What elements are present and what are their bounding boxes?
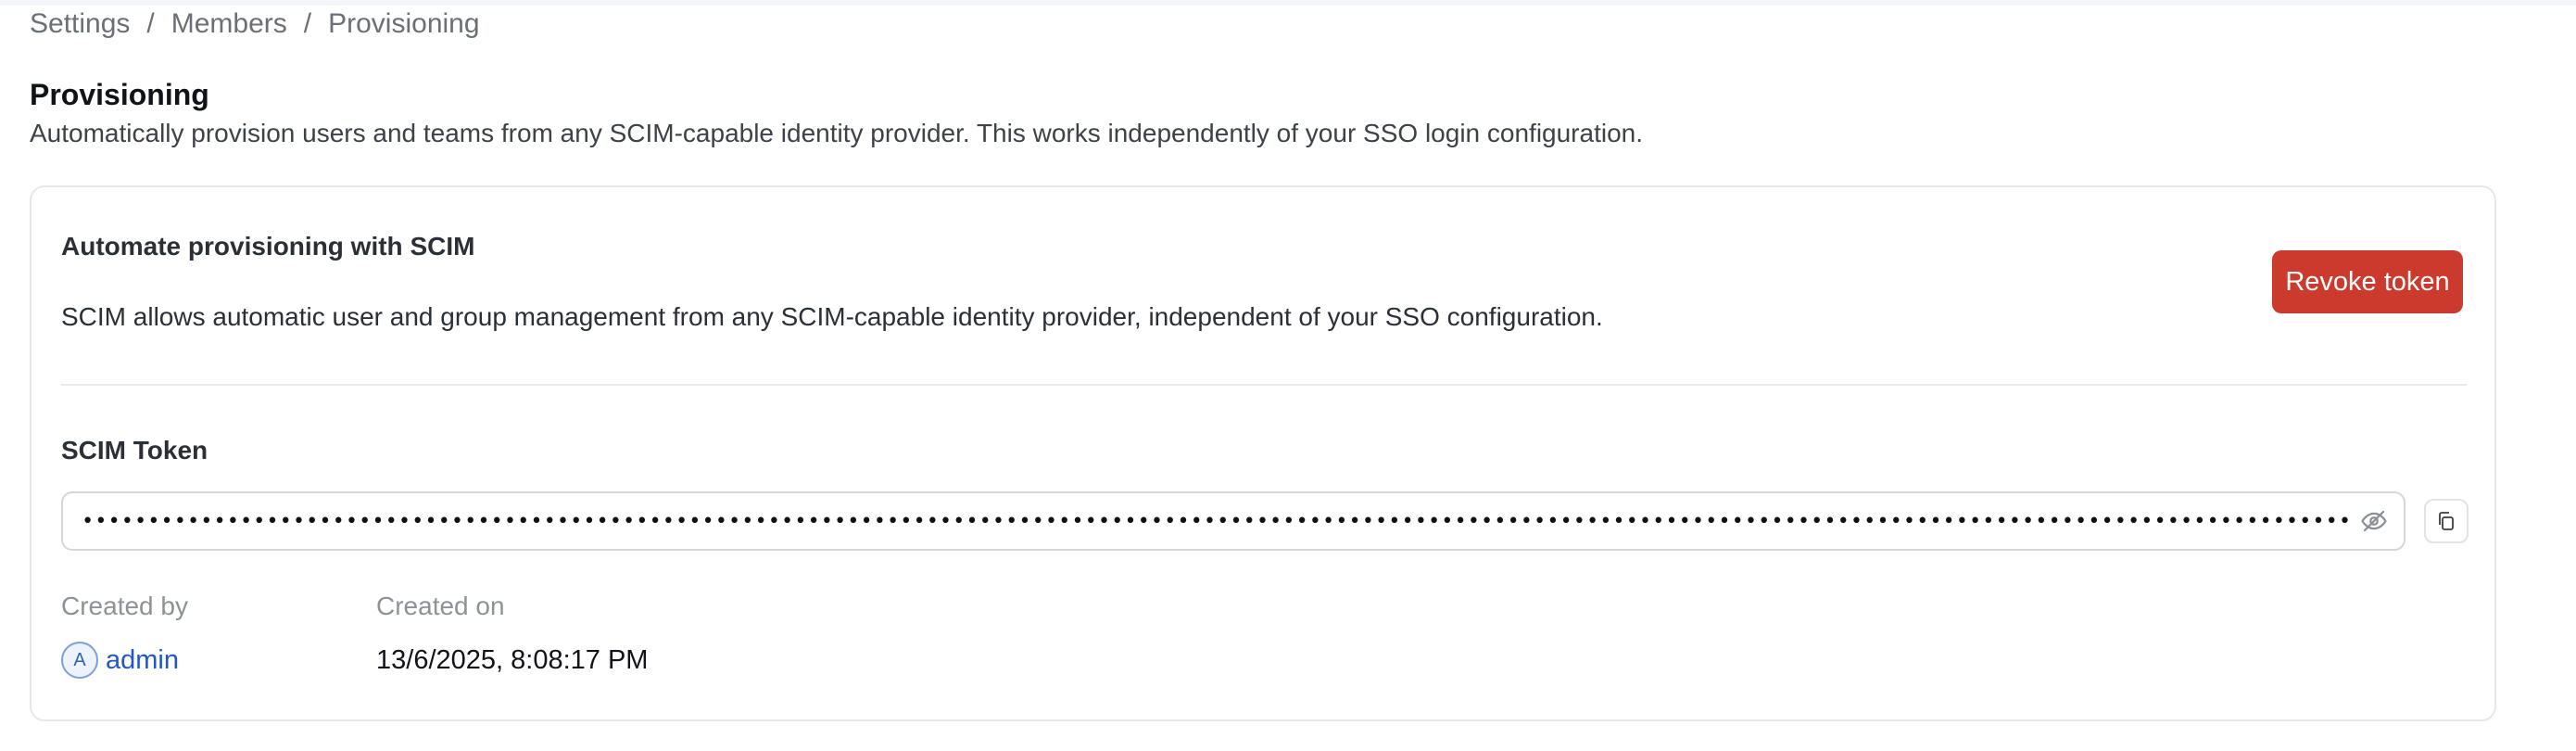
creator: A admin — [61, 642, 179, 679]
created-on-label: Created on — [376, 592, 505, 620]
page-description: Automatically provision users and teams … — [30, 119, 1644, 147]
breadcrumb: Settings / Members / Provisioning — [30, 7, 480, 41]
scim-card: Automate provisioning with SCIM SCIM all… — [30, 185, 2496, 721]
created-by-label: Created by — [61, 592, 188, 620]
scim-token-field[interactable]: ••••••••••••••••••••••••••••••••••••••••… — [61, 491, 2406, 551]
breadcrumb-separator: / — [303, 8, 312, 39]
avatar: A — [61, 642, 98, 679]
breadcrumb-members[interactable]: Members — [171, 7, 287, 41]
creator-link[interactable]: admin — [106, 643, 179, 677]
revoke-token-button[interactable]: Revoke token — [2272, 250, 2463, 313]
top-border — [0, 0, 2576, 6]
created-on-value: 13/6/2025, 8:08:17 PM — [376, 645, 649, 675]
divider — [61, 384, 2467, 386]
breadcrumb-provisioning: Provisioning — [328, 8, 480, 39]
card-title: Automate provisioning with SCIM — [61, 232, 475, 261]
scim-token-value: ••••••••••••••••••••••••••••••••••••••••… — [82, 509, 2352, 533]
breadcrumb-settings[interactable]: Settings — [30, 7, 130, 41]
breadcrumb-separator: / — [146, 8, 155, 39]
eye-off-icon[interactable] — [2355, 503, 2393, 540]
card-description: SCIM allows automatic user and group man… — [61, 302, 1603, 331]
page-title: Provisioning — [30, 78, 209, 111]
copy-icon[interactable] — [2424, 499, 2469, 543]
token-label: SCIM Token — [61, 436, 208, 465]
